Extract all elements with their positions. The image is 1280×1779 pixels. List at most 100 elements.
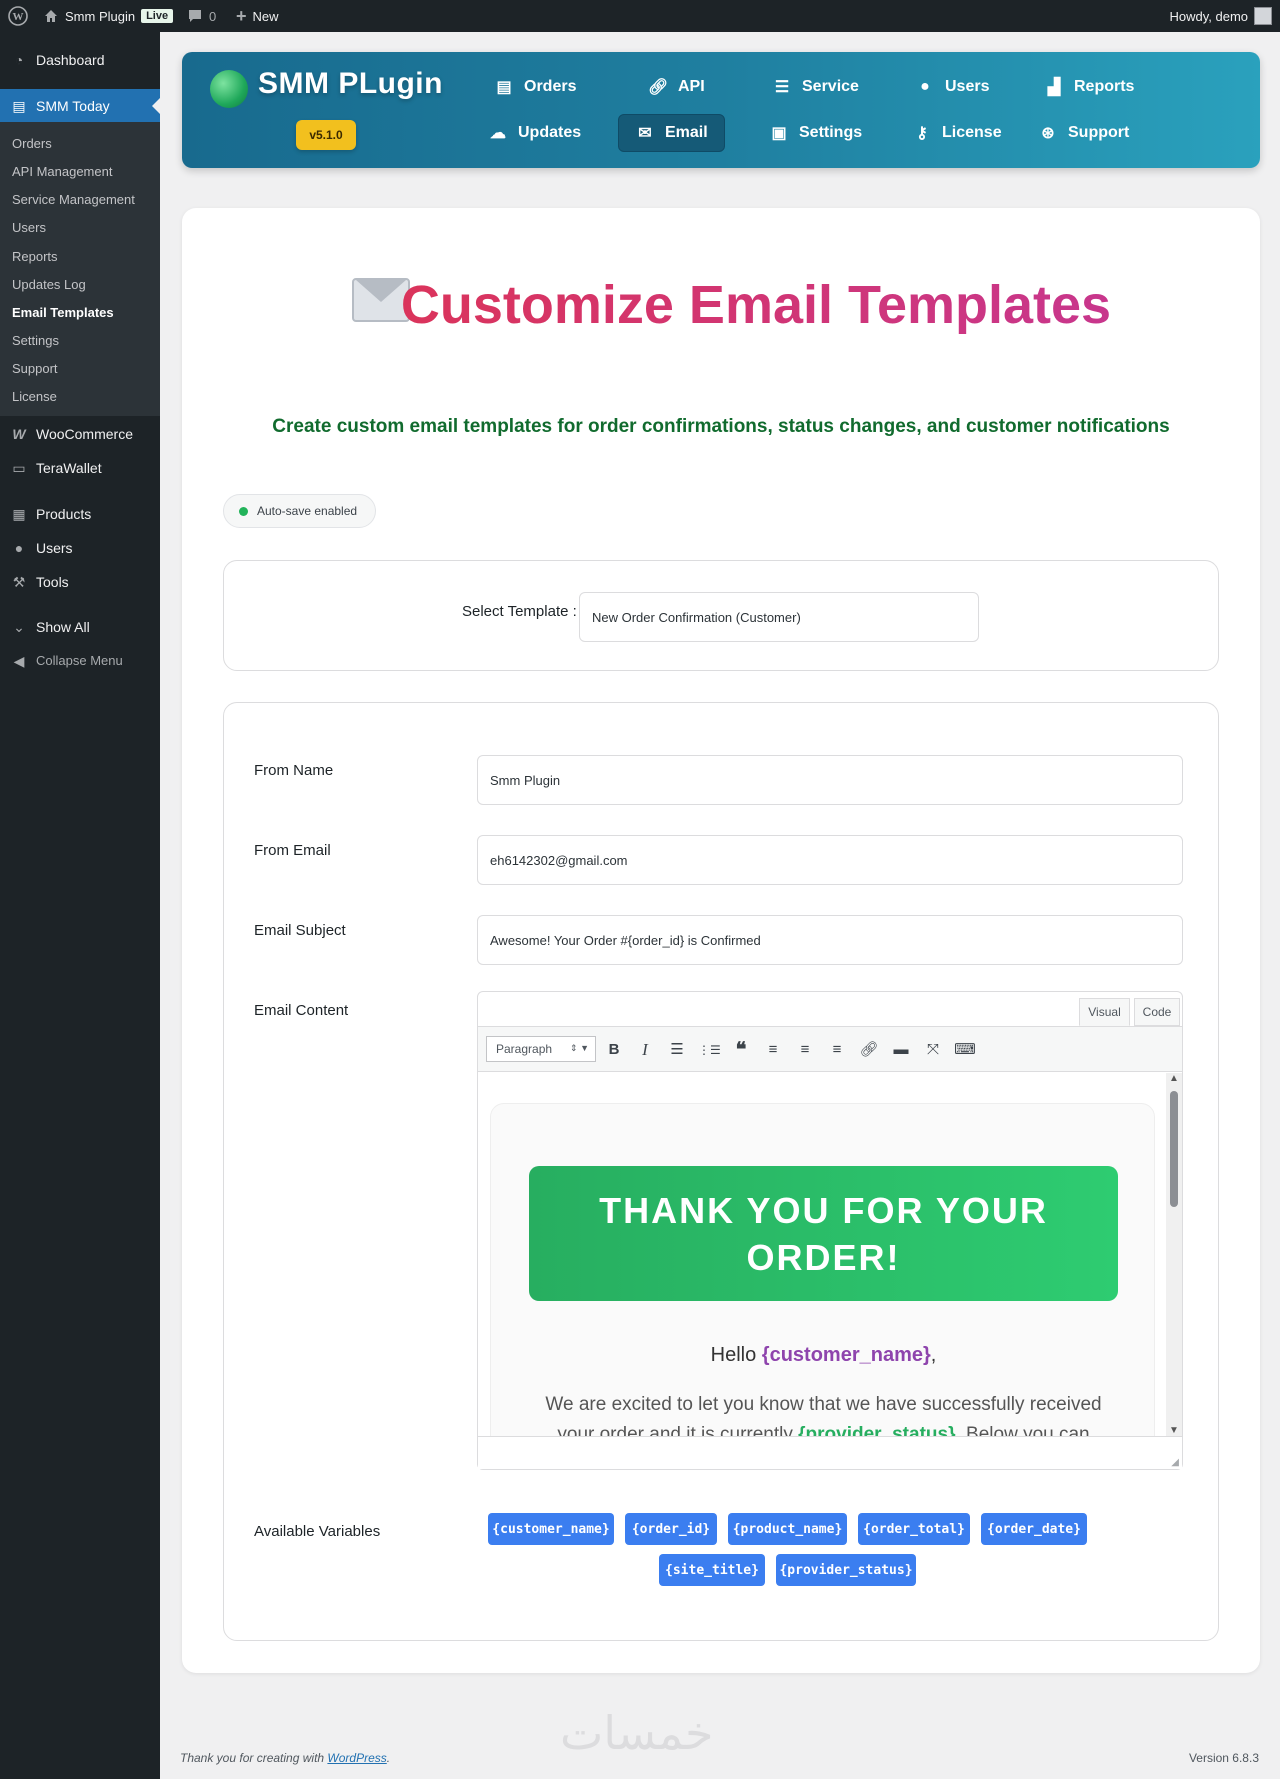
from-email-input[interactable]: eh6142302@gmail.com: [477, 835, 1183, 885]
select-template-label: Select Template :: [462, 603, 577, 620]
nav-service[interactable]: ☰ Service: [756, 68, 875, 106]
menu-show-all[interactable]: ⌄ Show All: [0, 610, 160, 644]
nav-api[interactable]: 🔗︎ API: [632, 68, 721, 106]
editor-toolbar: Paragraph ⇕ ▼ B I ☰ ⋮☰ ❝ ≡ ≡ ≡ 🔗︎ ▬ ⤧ ⌨: [478, 1026, 1182, 1072]
align-right-icon[interactable]: ≡: [826, 1039, 848, 1061]
read-more-icon[interactable]: ▬: [890, 1039, 912, 1061]
align-center-icon[interactable]: ≡: [794, 1039, 816, 1061]
nav-support[interactable]: ⊛ Support: [1022, 114, 1145, 152]
tab-visual[interactable]: Visual: [1079, 998, 1130, 1026]
variable-chip[interactable]: {order_total}: [858, 1513, 970, 1545]
menu-terawallet[interactable]: ▭ TeraWallet: [0, 451, 160, 485]
from-name-input[interactable]: Smm Plugin: [477, 755, 1183, 805]
italic-icon[interactable]: I: [634, 1039, 656, 1061]
menu-dashboard[interactable]: ◔ Dashboard: [0, 43, 160, 77]
submenu-license[interactable]: License: [12, 389, 57, 405]
main-card: Customize Email Templates Create custom …: [182, 208, 1260, 1673]
submenu-api-management[interactable]: API Management: [12, 164, 112, 180]
footer-thanks: Thank you for creating with WordPress.: [180, 1751, 390, 1765]
menu-users[interactable]: ● Users: [0, 531, 160, 565]
variable-chip[interactable]: {customer_name}: [488, 1513, 614, 1545]
user-menu[interactable]: Howdy, demo: [1169, 0, 1272, 32]
submenu-support[interactable]: Support: [12, 361, 58, 377]
greeting-comma: ,: [930, 1344, 937, 1366]
variable-chip[interactable]: {order_date}: [981, 1513, 1087, 1545]
variable-chip[interactable]: {provider_status}: [776, 1554, 916, 1586]
cloud-icon: ☁: [490, 125, 506, 142]
nav-label: Reports: [1074, 78, 1135, 95]
nav-label: Orders: [524, 78, 577, 95]
envelope-icon: ✉: [638, 125, 652, 142]
new-content-link[interactable]: + New: [236, 0, 279, 32]
email-preview: THANK YOU FOR YOUR ORDER! Hello {custome…: [490, 1103, 1155, 1436]
collapse-icon: ◀: [13, 653, 25, 669]
comments-count: 0: [209, 8, 217, 24]
menu-woocommerce[interactable]: W WooCommerce: [0, 417, 160, 451]
submenu-email-templates[interactable]: Email Templates: [12, 305, 114, 321]
fullscreen-icon[interactable]: ⤧: [922, 1039, 944, 1061]
nav-label: Users: [945, 78, 990, 95]
nav-label: Settings: [799, 124, 863, 141]
footer-period: .: [386, 1751, 391, 1765]
resize-handle-icon[interactable]: ◢: [1171, 1457, 1179, 1468]
scroll-up-icon[interactable]: ▲: [1169, 1073, 1179, 1084]
variable-chip[interactable]: {order_id}: [625, 1513, 717, 1545]
editor-scrollbar[interactable]: ▲ ▼: [1166, 1073, 1182, 1436]
editor-content[interactable]: THANK YOU FOR YOUR ORDER! Hello {custome…: [478, 1073, 1182, 1436]
user-icon: ●: [920, 78, 930, 95]
tab-code[interactable]: Code: [1134, 998, 1180, 1026]
format-select[interactable]: Paragraph ⇕ ▼: [486, 1036, 596, 1062]
template-select-panel: Select Template : New Order Confirmation…: [223, 560, 1219, 671]
collapse-menu-button[interactable]: ◀ Collapse Menu: [0, 644, 160, 678]
scrollbar-thumb[interactable]: [1170, 1091, 1178, 1207]
scroll-down-icon[interactable]: ▼: [1169, 1425, 1179, 1436]
comments-link[interactable]: 0: [187, 0, 216, 32]
numbered-list-icon[interactable]: ⋮☰: [698, 1039, 721, 1061]
nav-label: Support: [1068, 124, 1130, 141]
nav-orders[interactable]: ▤ Orders: [478, 68, 592, 106]
submenu-reports[interactable]: Reports: [12, 249, 58, 265]
nav-users[interactable]: ● Users: [899, 68, 1005, 106]
svg-text:W: W: [13, 11, 24, 23]
greeting: Hello {customer_name},: [491, 1344, 1156, 1367]
submenu-service-management[interactable]: Service Management: [12, 192, 135, 208]
menu-smm-today[interactable]: ▤ SMM Today: [0, 89, 160, 123]
from-email-label: From Email: [254, 842, 331, 859]
admin-sidebar: ◔ Dashboard ▤ SMM Today Orders API Manag…: [0, 32, 160, 1779]
page-title: Customize Email Templates: [182, 274, 1260, 336]
menu-label: Show All: [36, 619, 90, 635]
bold-icon[interactable]: B: [603, 1039, 625, 1061]
bullet-list-icon[interactable]: ☰: [666, 1039, 688, 1061]
email-subject-input[interactable]: Awesome! Your Order #{order_id} is Confi…: [477, 915, 1183, 965]
menu-label: SMM Today: [36, 98, 110, 114]
nav-reports[interactable]: ▟ Reports: [1028, 68, 1150, 106]
wordpress-logo-icon[interactable]: W: [8, 0, 28, 32]
template-select[interactable]: New Order Confirmation (Customer): [579, 592, 979, 642]
keyboard-icon[interactable]: ⌨: [954, 1039, 976, 1061]
wallet-icon: ▭: [12, 460, 26, 476]
nav-label: API: [678, 78, 705, 95]
link-icon[interactable]: 🔗︎: [858, 1039, 880, 1061]
submenu-settings[interactable]: Settings: [12, 333, 59, 349]
nav-updates[interactable]: ☁ Updates: [472, 114, 597, 152]
variable-chip[interactable]: {product_name}: [728, 1513, 847, 1545]
menu-tools[interactable]: ⚒ Tools: [0, 565, 160, 599]
body-text-part: . Below you can: [955, 1424, 1090, 1436]
site-name-link[interactable]: Smm Plugin Live: [43, 0, 174, 32]
archive-icon: ▦: [12, 506, 26, 522]
submenu-updates-log[interactable]: Updates Log: [12, 277, 86, 293]
variable-chip[interactable]: {site_title}: [659, 1554, 765, 1586]
home-icon: [45, 10, 57, 22]
nav-email[interactable]: ✉ Email: [618, 114, 725, 152]
align-left-icon[interactable]: ≡: [762, 1039, 784, 1061]
menu-label: WooCommerce: [36, 426, 133, 442]
nav-settings[interactable]: ▣ Settings: [753, 114, 878, 152]
page-subtitle: Create custom email templates for order …: [272, 416, 1170, 437]
thank-you-banner: THANK YOU FOR YOUR ORDER!: [529, 1166, 1118, 1301]
nav-license[interactable]: ⚷ License: [896, 114, 1018, 152]
submenu-orders[interactable]: Orders: [12, 136, 52, 152]
blockquote-icon[interactable]: ❝: [730, 1039, 752, 1061]
menu-products[interactable]: ▦ Products: [0, 497, 160, 531]
submenu-users[interactable]: Users: [12, 220, 46, 236]
wordpress-link[interactable]: WordPress: [327, 1751, 386, 1765]
